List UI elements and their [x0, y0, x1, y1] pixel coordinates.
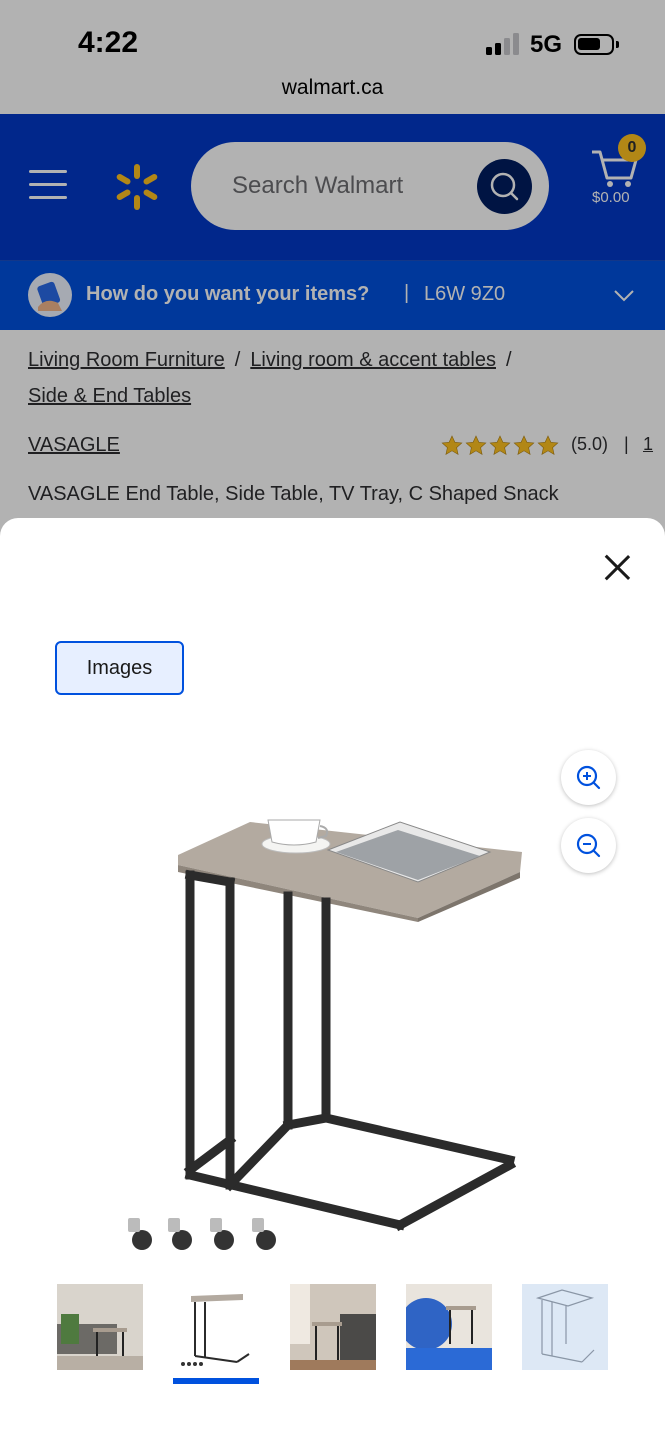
- tab-images[interactable]: Images: [55, 641, 184, 695]
- thumbnail-strip: [0, 1284, 665, 1384]
- zoom-in-icon: [576, 765, 601, 790]
- thumbnail-4[interactable]: [406, 1284, 492, 1370]
- thumbnail-5[interactable]: [522, 1284, 608, 1370]
- thumbnail-1[interactable]: [57, 1284, 143, 1370]
- thumbnail-2[interactable]: [173, 1284, 259, 1370]
- zoom-out-button[interactable]: [561, 818, 616, 873]
- zoom-in-button[interactable]: [561, 750, 616, 805]
- close-icon[interactable]: [604, 554, 630, 580]
- product-main-image[interactable]: [100, 800, 540, 1260]
- active-thumbnail-indicator: [173, 1378, 259, 1384]
- caster-wheels: [132, 1230, 276, 1250]
- zoom-out-icon: [576, 833, 601, 858]
- thumbnail-3[interactable]: [290, 1284, 376, 1370]
